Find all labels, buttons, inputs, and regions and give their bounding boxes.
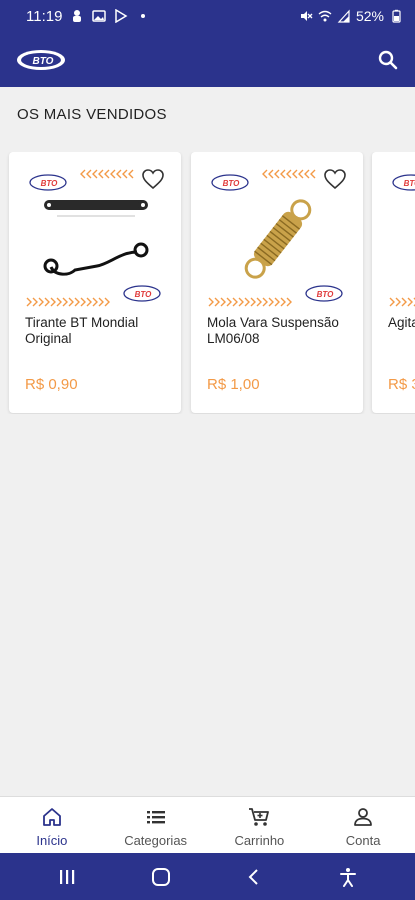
bto-logo: BTO <box>392 174 415 191</box>
bto-logo: BTO <box>29 174 67 191</box>
search-icon <box>378 50 398 69</box>
gallery-icon <box>92 10 107 22</box>
accessibility-button[interactable] <box>336 865 360 889</box>
recent-apps-icon <box>59 869 75 884</box>
bto-logo: BTO <box>211 174 249 191</box>
play-store-icon <box>115 9 128 23</box>
home-square-icon <box>151 867 170 886</box>
chevron-decoration <box>262 169 316 179</box>
svg-text:BTO: BTO <box>223 179 241 188</box>
svg-text:BTO: BTO <box>317 290 335 299</box>
back-button[interactable] <box>242 865 266 889</box>
system-nav-bar <box>0 853 415 900</box>
favorite-heart-icon[interactable] <box>323 168 347 190</box>
favorite-heart-icon[interactable] <box>141 168 165 190</box>
nav-conta[interactable]: Conta <box>311 797 415 853</box>
bottom-nav: Início Categorias Carrinho Conta <box>0 796 415 853</box>
chevron-decoration <box>208 297 292 307</box>
bto-logo[interactable]: BTO <box>16 49 66 71</box>
dot-icon <box>141 14 146 18</box>
status-time: 11:19 <box>26 7 63 25</box>
nav-label: Categorias <box>124 833 188 848</box>
section-title: OS MAIS VENDIDOS <box>17 106 167 123</box>
nav-label: Início <box>36 833 68 848</box>
mute-icon <box>300 11 313 21</box>
product-price: R$ 1,00 <box>207 376 260 393</box>
cart-icon <box>249 808 270 826</box>
bto-logo: BTO <box>305 285 343 302</box>
bto-logo: BTO <box>123 285 161 302</box>
signal-icon <box>337 9 350 23</box>
product-card[interactable]: BTO BTO Tirante BT Mondial Original R$ 0… <box>9 152 181 413</box>
product-card[interactable]: BTO BTO Mola Vara Suspensão LM06/08 R$ 1… <box>191 152 363 413</box>
product-image <box>244 199 312 279</box>
svg-text:BTO: BTO <box>135 290 153 299</box>
list-icon <box>146 811 165 824</box>
battery-percent: 52% <box>355 8 384 24</box>
svg-text:BTO: BTO <box>33 56 54 67</box>
wifi-icon <box>318 10 332 22</box>
product-price: R$ 3 <box>388 376 415 393</box>
accessibility-icon <box>340 867 357 887</box>
search-button[interactable] <box>375 47 401 73</box>
notification-person-icon <box>73 10 82 22</box>
product-name: Agita Bras <box>388 315 415 330</box>
nav-carrinho[interactable]: Carrinho <box>208 797 312 853</box>
status-bar: 11:19 52% <box>0 0 415 32</box>
home-icon <box>42 808 61 826</box>
product-carousel[interactable]: BTO BTO Tirante BT Mondial Original R$ 0… <box>0 152 415 414</box>
back-chevron-icon <box>248 868 259 885</box>
home-button[interactable] <box>149 865 173 889</box>
person-icon <box>354 808 373 826</box>
recent-apps-button[interactable] <box>55 865 79 889</box>
svg-text:BTO: BTO <box>404 179 415 188</box>
chevron-decoration <box>80 169 134 179</box>
nav-label: Conta <box>345 833 381 848</box>
product-name: Mola Vara Suspensão LM06/08 <box>207 315 339 346</box>
product-card[interactable]: BTO Agita Bras R$ 3 <box>372 152 415 413</box>
product-name: Tirante BT Mondial Original <box>25 315 139 346</box>
chevron-decoration <box>389 297 415 307</box>
battery-icon <box>392 9 401 23</box>
nav-categorias[interactable]: Categorias <box>104 797 208 853</box>
svg-text:BTO: BTO <box>41 179 59 188</box>
nav-inicio[interactable]: Início <box>0 797 104 853</box>
nav-label: Carrinho <box>234 833 285 848</box>
app-bar: BTO <box>0 32 415 87</box>
product-image <box>43 200 149 276</box>
chevron-decoration <box>26 297 110 307</box>
product-price: R$ 0,90 <box>25 376 78 393</box>
